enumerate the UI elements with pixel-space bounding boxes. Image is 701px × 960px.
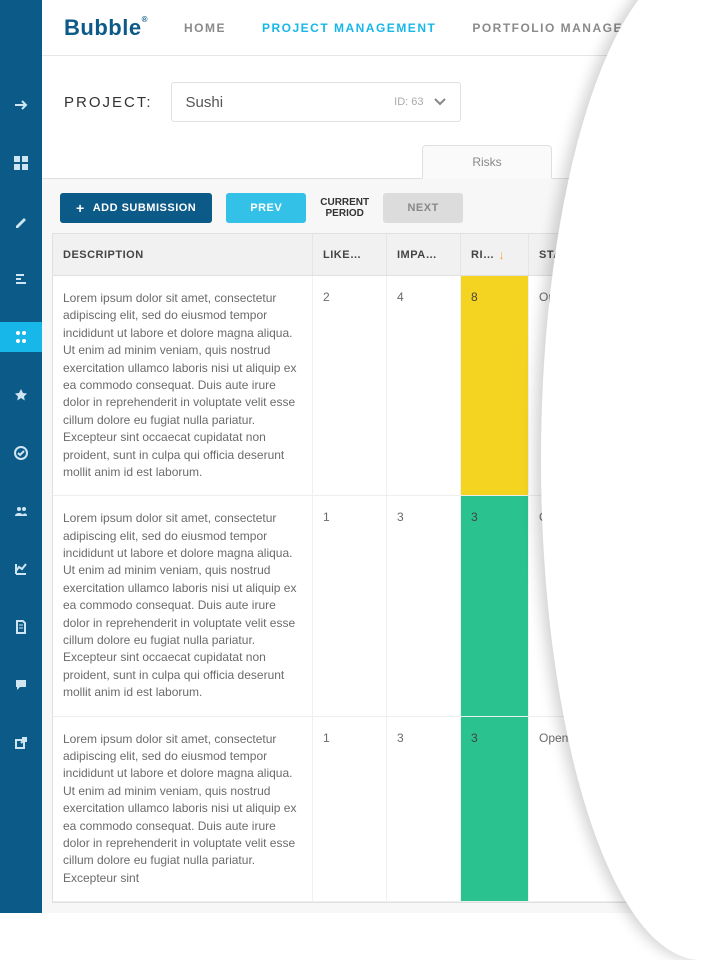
cell-risk: 3 bbox=[461, 717, 529, 902]
nav-arrow-icon[interactable] bbox=[0, 90, 42, 120]
cell-description: Lorem ipsum dolor sit amet, consectetur … bbox=[53, 276, 313, 495]
project-select[interactable]: Sushi ID: 63 bbox=[171, 82, 461, 122]
cell-risk: 3 bbox=[461, 496, 529, 715]
cell-description: Lorem ipsum dolor sit amet, consectetur … bbox=[53, 496, 313, 715]
prev-button[interactable]: PREV bbox=[226, 193, 306, 223]
period-label: CURRENTPERIOD bbox=[320, 197, 369, 220]
nav-edit-icon[interactable] bbox=[0, 206, 42, 236]
cell-description: Lorem ipsum dolor sit amet, consectetur … bbox=[53, 717, 313, 902]
nav-star-icon[interactable] bbox=[0, 380, 42, 410]
cell-impact: 3 bbox=[387, 496, 461, 715]
col-description[interactable]: DESCRIPTION bbox=[53, 234, 313, 275]
topbar: Bubble® HOME PROJECT MANAGEMENT PORTFOLI… bbox=[42, 0, 701, 56]
next-button[interactable]: NEXT bbox=[383, 193, 463, 223]
nav-project-management[interactable]: PROJECT MANAGEMENT bbox=[262, 21, 436, 35]
add-submission-button[interactable]: +ADD SUBMISSION bbox=[60, 193, 212, 223]
cell-likelihood: 1 bbox=[313, 717, 387, 902]
cell-likelihood: 1 bbox=[313, 496, 387, 715]
project-name: Sushi bbox=[186, 94, 224, 111]
nav-people-icon[interactable] bbox=[0, 496, 42, 526]
nav-doc-icon[interactable] bbox=[0, 612, 42, 642]
plus-icon: + bbox=[76, 200, 85, 216]
cell-impact: 3 bbox=[387, 717, 461, 902]
nav-chart-icon[interactable] bbox=[0, 554, 42, 584]
chevron-down-icon bbox=[434, 98, 446, 106]
col-impact[interactable]: IMPA… bbox=[387, 234, 461, 275]
project-id: ID: 63 bbox=[394, 96, 423, 108]
nav-check-icon[interactable] bbox=[0, 438, 42, 468]
nav-export-icon[interactable] bbox=[0, 728, 42, 758]
nav-risks-icon[interactable] bbox=[0, 322, 42, 352]
top-nav: HOME PROJECT MANAGEMENT PORTFOLIO MANAGE… bbox=[184, 21, 663, 35]
sidebar bbox=[0, 0, 42, 913]
cell-risk: 8 bbox=[461, 276, 529, 495]
nav-dashboard-icon[interactable] bbox=[0, 148, 42, 178]
cell-impact: 4 bbox=[387, 276, 461, 495]
col-risk[interactable]: RI…↓ bbox=[461, 234, 529, 275]
nav-chat-icon[interactable] bbox=[0, 670, 42, 700]
tab-risks[interactable]: Risks bbox=[422, 145, 552, 179]
nav-home[interactable]: HOME bbox=[184, 21, 226, 35]
brand-logo[interactable]: Bubble® bbox=[64, 15, 148, 41]
col-likelihood[interactable]: LIKE… bbox=[313, 234, 387, 275]
cell-likelihood: 2 bbox=[313, 276, 387, 495]
nav-gantt-icon[interactable] bbox=[0, 264, 42, 294]
project-label: PROJECT: bbox=[64, 94, 153, 111]
sort-desc-icon: ↓ bbox=[499, 248, 506, 262]
